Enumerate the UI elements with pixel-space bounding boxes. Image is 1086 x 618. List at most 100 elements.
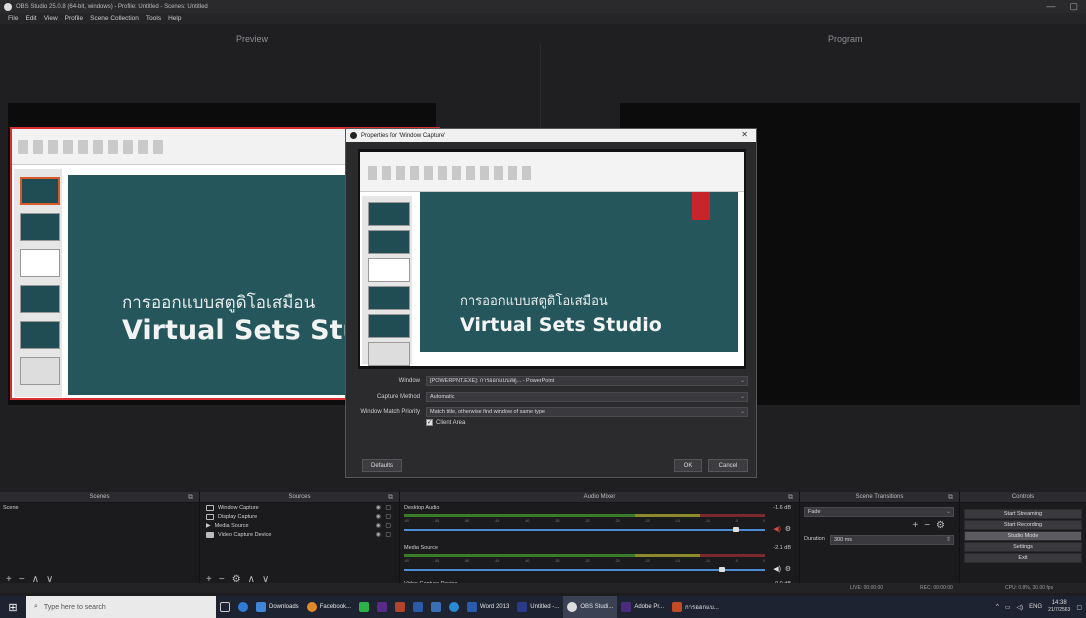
window-label: Window [398,378,420,384]
speaker-icon[interactable]: ◀) [773,565,781,573]
ok-button[interactable]: OK [674,459,702,472]
list-item[interactable]: Window Capture ◉ ▢ [200,503,399,512]
meter-tick-label: -50 [464,519,470,523]
animate-icon[interactable] [391,596,409,618]
premiere-icon[interactable] [373,596,391,618]
eye-icon[interactable]: ◉ [376,522,381,529]
list-item[interactable]: Display Capture ◉ ▢ [200,512,399,521]
remove-transition-button[interactable]: − [924,520,930,531]
language-indicator[interactable]: ENG [1029,604,1042,610]
match-priority-select[interactable]: Match title, otherwise find window of sa… [426,407,748,417]
list-item[interactable]: ▶ Media Source ◉ ▢ [200,521,399,530]
slide-title-thai: การออกแบบสตูดิโอเสมือน [460,294,608,309]
line-icon[interactable] [355,596,373,618]
speaker-icon[interactable]: ◀) [773,525,781,533]
eye-icon[interactable]: ◉ [376,504,381,511]
window-select[interactable]: [POWERPNT.EXE]: การออกแบบสตู... - PowerP… [426,376,748,386]
exit-button[interactable]: Exit [964,553,1082,563]
volume-slider-handle[interactable] [733,527,739,532]
menu-file[interactable]: File [8,15,18,22]
taskbar-word[interactable]: Word 2013 [463,596,513,618]
slide-thumbnail-pane [362,196,412,366]
clock[interactable]: 14:38 21/7/2563 [1048,600,1070,614]
menu-profile[interactable]: Profile [65,15,83,22]
properties-dialog: Properties for 'Window Capture' ✕ การออก… [345,128,757,478]
lock-icon[interactable]: ▢ [385,513,391,520]
taskbar-facebook[interactable]: Facebook... [303,596,355,618]
undock-icon[interactable]: ⧉ [948,492,953,503]
start-recording-button[interactable]: Start Recording [964,520,1082,530]
close-icon[interactable]: ✕ [741,130,748,139]
camera-icon [206,531,214,538]
gear-icon[interactable]: ⚙ [785,525,791,533]
transition-value: Fade [808,509,821,515]
taskbar-obs[interactable]: OBS Studi... [563,596,618,618]
meter-tick-label: -10 [704,559,710,563]
controls-header: Controls [960,492,1086,503]
client-area-checkbox[interactable]: ✓ [426,419,433,426]
menu-view[interactable]: View [44,15,58,22]
taskbar-downloads[interactable]: Downloads [252,596,303,618]
task-view-icon[interactable] [216,596,234,618]
taskbar-powerpoint[interactable]: การออกแบ... [668,596,723,618]
menu-scene-collection[interactable]: Scene Collection [90,15,139,22]
maximize-button[interactable]: ▢ [1069,1,1078,12]
undock-icon[interactable]: ⧉ [788,492,793,503]
taskbar-premiere[interactable]: Adobe Pr... [617,596,668,618]
transition-select[interactable]: Fade ⌄ [804,507,954,517]
eye-icon[interactable]: ◉ [376,513,381,520]
slide-thumbnail [368,342,410,366]
defaults-button[interactable]: Defaults [362,459,402,472]
capture-method-select[interactable]: Automatic ⌄ [426,392,748,402]
menu-tools[interactable]: Tools [146,15,161,22]
list-item[interactable]: Scene [0,503,199,512]
menu-bar: File Edit View Profile Scene Collection … [0,13,1086,24]
transition-properties-button[interactable]: ⚙ [936,520,945,531]
eye-icon[interactable]: ◉ [376,531,381,538]
start-streaming-button[interactable]: Start Streaming [964,509,1082,519]
meter-tick-label: -25 [614,559,620,563]
gear-icon[interactable]: ⚙ [785,565,791,573]
chevron-down-icon: ⌄ [739,378,745,384]
lock-icon[interactable]: ▢ [385,504,391,511]
volume-slider[interactable] [404,569,765,571]
settings-button[interactable]: Settings [964,542,1082,552]
slide-thumbnail [20,321,60,349]
add-transition-button[interactable]: + [912,520,918,531]
volume-slider[interactable] [404,529,765,531]
powerpoint-ribbon [360,152,744,192]
meter-tick-label: -15 [674,519,680,523]
chevron-up-icon[interactable]: ^ [996,604,999,610]
client-area-option[interactable]: ✓ Client Area [426,419,465,426]
mail-icon[interactable] [427,596,445,618]
volume-meter [404,514,765,517]
notification-icon[interactable]: ▢ [1076,604,1082,611]
network-icon[interactable]: ▭ [1005,604,1011,611]
taskbar-untitled[interactable]: Untitled -... [513,596,563,618]
windows-start-icon[interactable]: ⊞ [0,596,26,618]
minimize-button[interactable]: — [1046,1,1055,12]
duration-label: Duration [804,536,825,542]
obs-logo-icon [567,602,578,612]
volume-slider-handle[interactable] [719,567,725,572]
menu-help[interactable]: Help [168,15,181,22]
menu-edit[interactable]: Edit [25,15,36,22]
window-controls: — ▢ [1046,1,1078,12]
lock-icon[interactable]: ▢ [385,531,391,538]
slide-thumbnail [20,213,60,241]
list-item[interactable]: Video Capture Device ◉ ▢ [200,530,399,539]
volume-icon[interactable]: ◁) [1016,604,1023,611]
docks-area: Scenes ⧉ Scene + − ∧ ∨ Sources ⧉ Window … [0,492,1086,593]
slide-thumbnail [368,314,410,338]
photoshop-icon[interactable] [409,596,427,618]
cancel-button[interactable]: Cancel [708,459,748,472]
edge-icon[interactable] [234,596,252,618]
duration-spinbox[interactable]: 300 ms ⇕ [830,535,954,545]
ie-icon[interactable] [445,596,463,618]
studio-mode-button[interactable]: Studio Mode [964,531,1082,541]
lock-icon[interactable]: ▢ [385,522,391,529]
undock-icon[interactable]: ⧉ [188,492,193,503]
meter-tick-label: -55 [434,559,440,563]
undock-icon[interactable]: ⧉ [388,492,393,503]
taskbar-search[interactable]: ⌕ Type here to search [26,596,216,618]
